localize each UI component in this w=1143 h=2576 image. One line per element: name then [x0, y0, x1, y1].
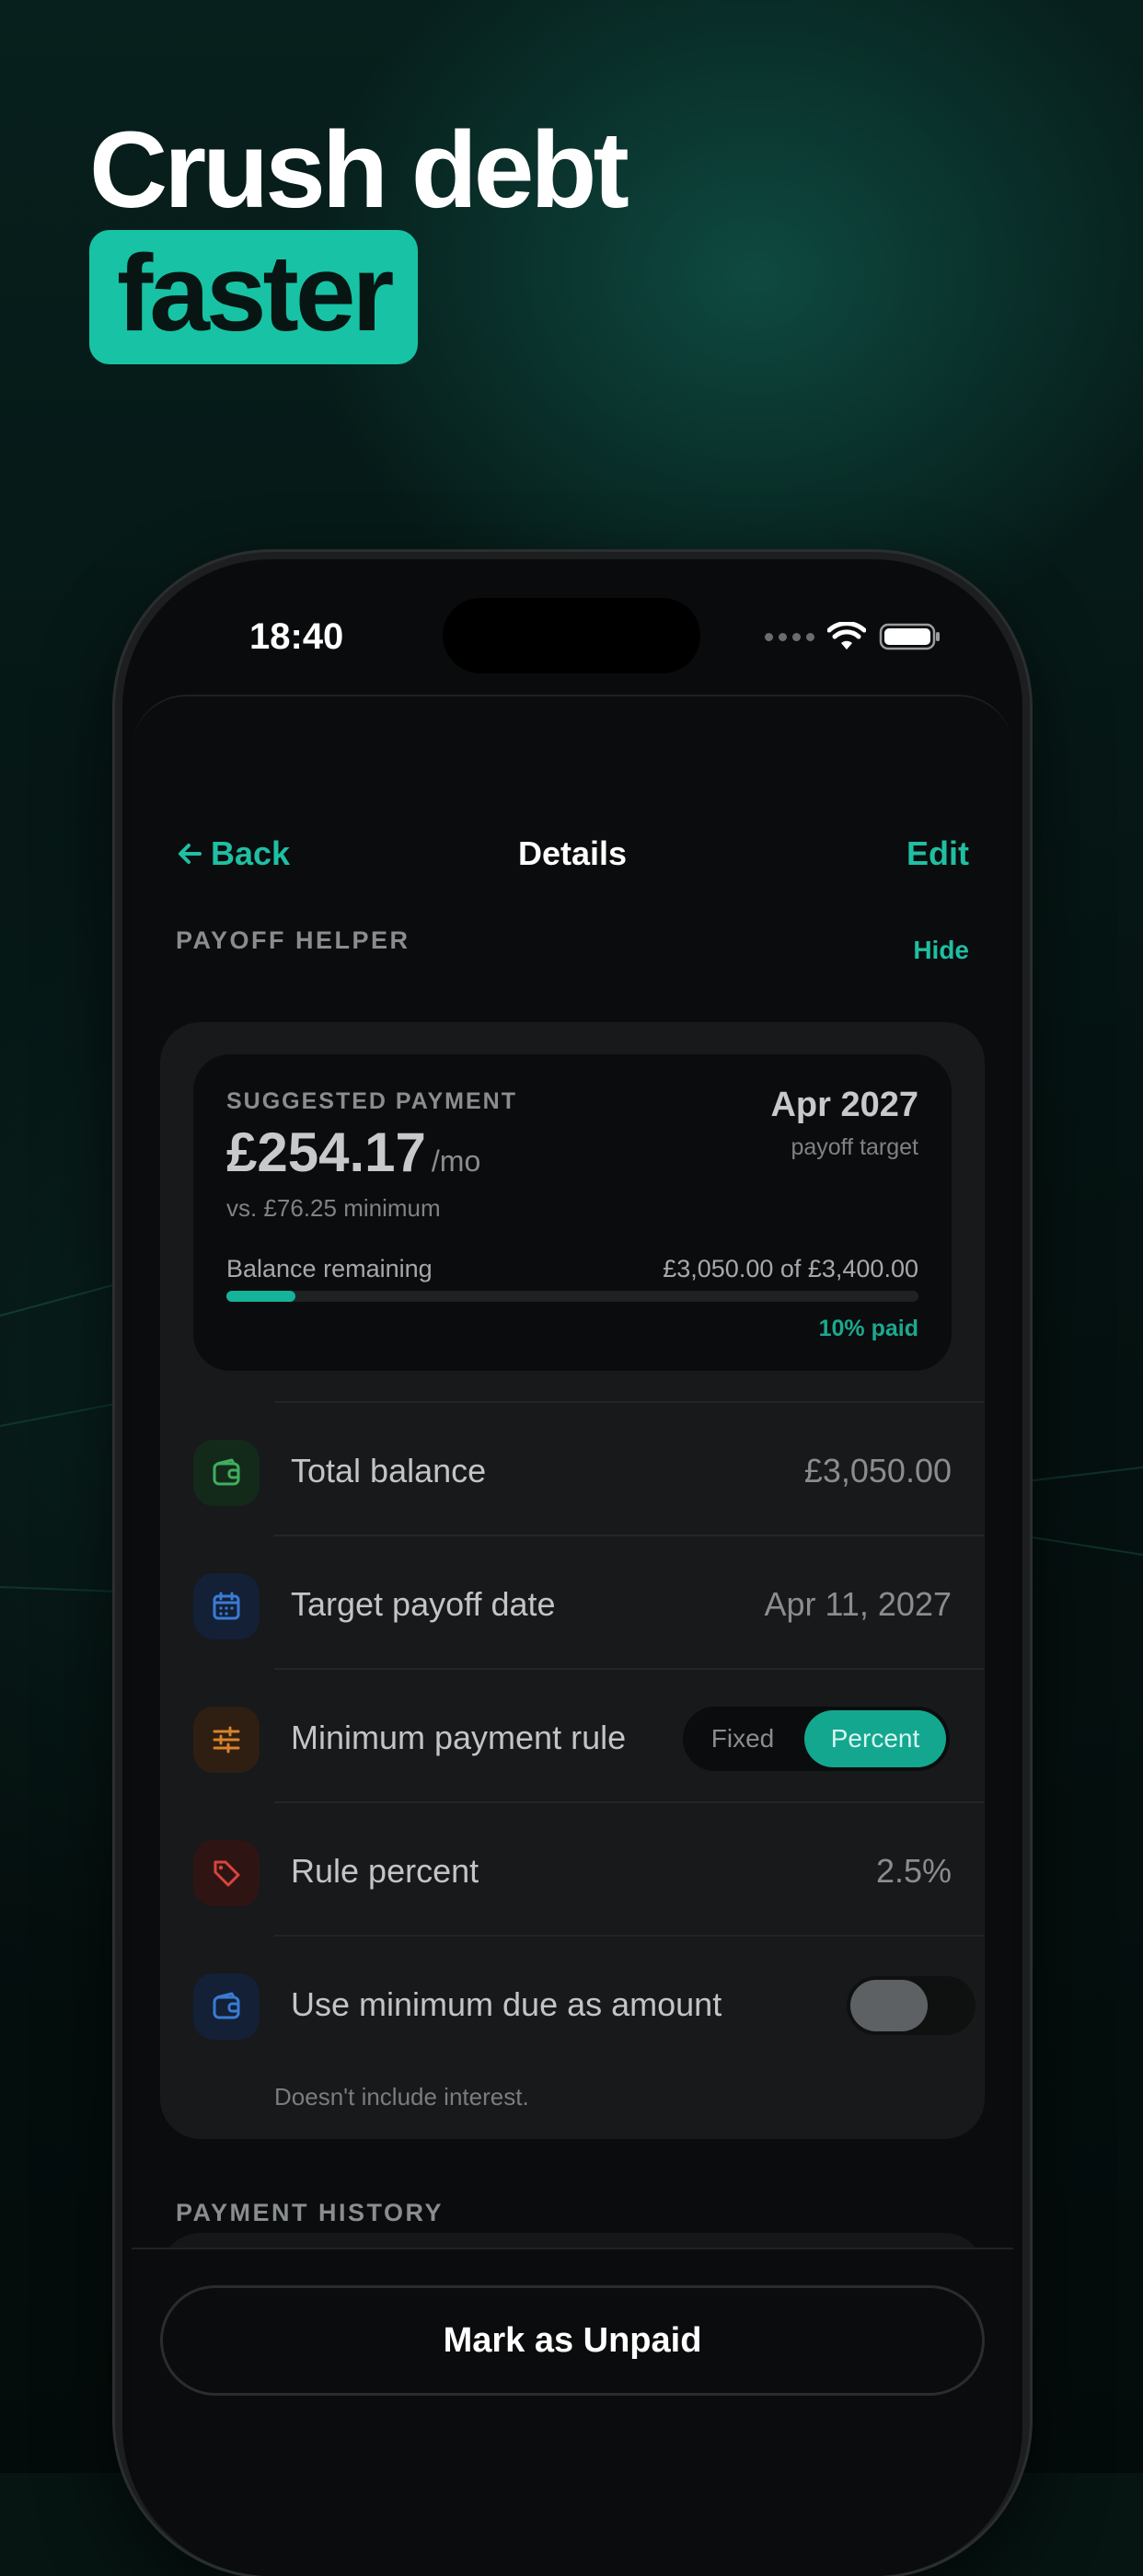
calendar-icon: [193, 1573, 260, 1639]
rule-segmented-control: Fixed Percent: [683, 1707, 950, 1771]
details-group: SUGGESTED PAYMENT £254.17/mo vs. £76.25 …: [160, 1022, 985, 2139]
row-label: Target payoff date: [291, 1585, 556, 1623]
toggle-knob: [850, 1980, 928, 2031]
status-icons: [765, 622, 941, 651]
row-minimum-payment-rule: Minimum payment rule Fixed Percent: [160, 1668, 985, 1801]
tag-icon: [193, 1840, 260, 1906]
divider: [274, 1668, 985, 1670]
row-label: Total balance: [291, 1452, 487, 1489]
nav-bar: Back Details Edit: [176, 834, 969, 890]
phone-screen: 18:40 Back Details Edit PAYOFF HELPER Hi…: [122, 559, 1022, 2576]
sliders-icon: [193, 1707, 260, 1773]
headline-line-1: Crush debt: [89, 109, 629, 231]
headline: Crush debt faster: [89, 109, 629, 364]
row-value: Apr 11, 2027: [764, 1585, 952, 1623]
row-use-minimum-due: Use minimum due as amount: [160, 1935, 985, 2068]
footnote: Doesn't include interest.: [274, 2083, 529, 2110]
row-label: Use minimum due as amount: [291, 1985, 722, 2023]
hide-button[interactable]: Hide: [913, 936, 969, 965]
page-title: Details: [517, 834, 628, 872]
minimum-comparison: vs. £76.25 minimum: [226, 1194, 441, 1222]
row-total-balance[interactable]: Total balance £3,050.00: [160, 1401, 985, 1535]
balance-remaining-value: £3,050.00 of £3,400.00: [663, 1255, 918, 1282]
payment-history-label: PAYMENT HISTORY: [176, 2199, 444, 2226]
percent-paid: 10% paid: [818, 1316, 918, 1341]
details-sheet: Back Details Edit PAYOFF HELPER Hide SUG…: [132, 695, 1013, 2576]
balance-remaining-label: Balance remaining: [226, 1255, 433, 1282]
row-value: 2.5%: [875, 1852, 952, 1890]
divider: [274, 1401, 985, 1403]
segment-fixed[interactable]: Fixed: [683, 1707, 802, 1771]
wallet-icon: [193, 1440, 260, 1506]
divider: [274, 1535, 985, 1536]
status-time: 18:40: [249, 616, 344, 657]
suggested-amount: £254.17/mo: [226, 1121, 480, 1184]
use-minimum-due-toggle[interactable]: [847, 1976, 976, 2035]
segment-percent[interactable]: Percent: [804, 1710, 946, 1767]
payoff-target-date: Apr 2027: [770, 1086, 918, 1124]
row-target-payoff-date[interactable]: Target payoff date Apr 11, 2027: [160, 1535, 985, 1668]
row-rule-percent[interactable]: Rule percent 2.5%: [160, 1801, 985, 1935]
detail-rows: Total balance £3,050.00 Target payoff da…: [160, 1401, 985, 2068]
edit-button[interactable]: Edit: [906, 834, 969, 873]
battery-icon: [879, 623, 940, 650]
signal-icon: [765, 632, 814, 641]
wallet-icon: [193, 1973, 260, 2040]
wifi-icon: [827, 622, 866, 650]
payoff-helper-card: SUGGESTED PAYMENT £254.17/mo vs. £76.25 …: [193, 1054, 952, 1371]
payoff-progress-bar: [226, 1291, 918, 1302]
payoff-helper-label: PAYOFF HELPER: [176, 926, 410, 954]
row-label: Minimum payment rule: [291, 1719, 627, 1756]
mark-as-unpaid-button[interactable]: Mark as Unpaid: [160, 2285, 985, 2396]
suggested-payment-label: SUGGESTED PAYMENT: [226, 1088, 517, 1114]
divider: [274, 1801, 985, 1803]
phone-frame: 18:40 Back Details Edit PAYOFF HELPER Hi…: [115, 552, 1030, 2576]
payoff-progress-fill: [226, 1291, 296, 1302]
row-value: £3,050.00: [803, 1452, 952, 1489]
divider: [274, 1935, 985, 1937]
dynamic-island: [443, 598, 700, 673]
row-label: Rule percent: [291, 1852, 479, 1890]
payoff-target-caption: payoff target: [791, 1134, 918, 1160]
headline-highlight: faster: [89, 230, 419, 364]
headline-line-2: faster: [117, 233, 394, 354]
suggested-amount-unit: /mo: [431, 1144, 481, 1178]
bottom-bar: Mark as Unpaid: [132, 2248, 1013, 2576]
suggested-amount-value: £254.17: [226, 1121, 426, 1183]
